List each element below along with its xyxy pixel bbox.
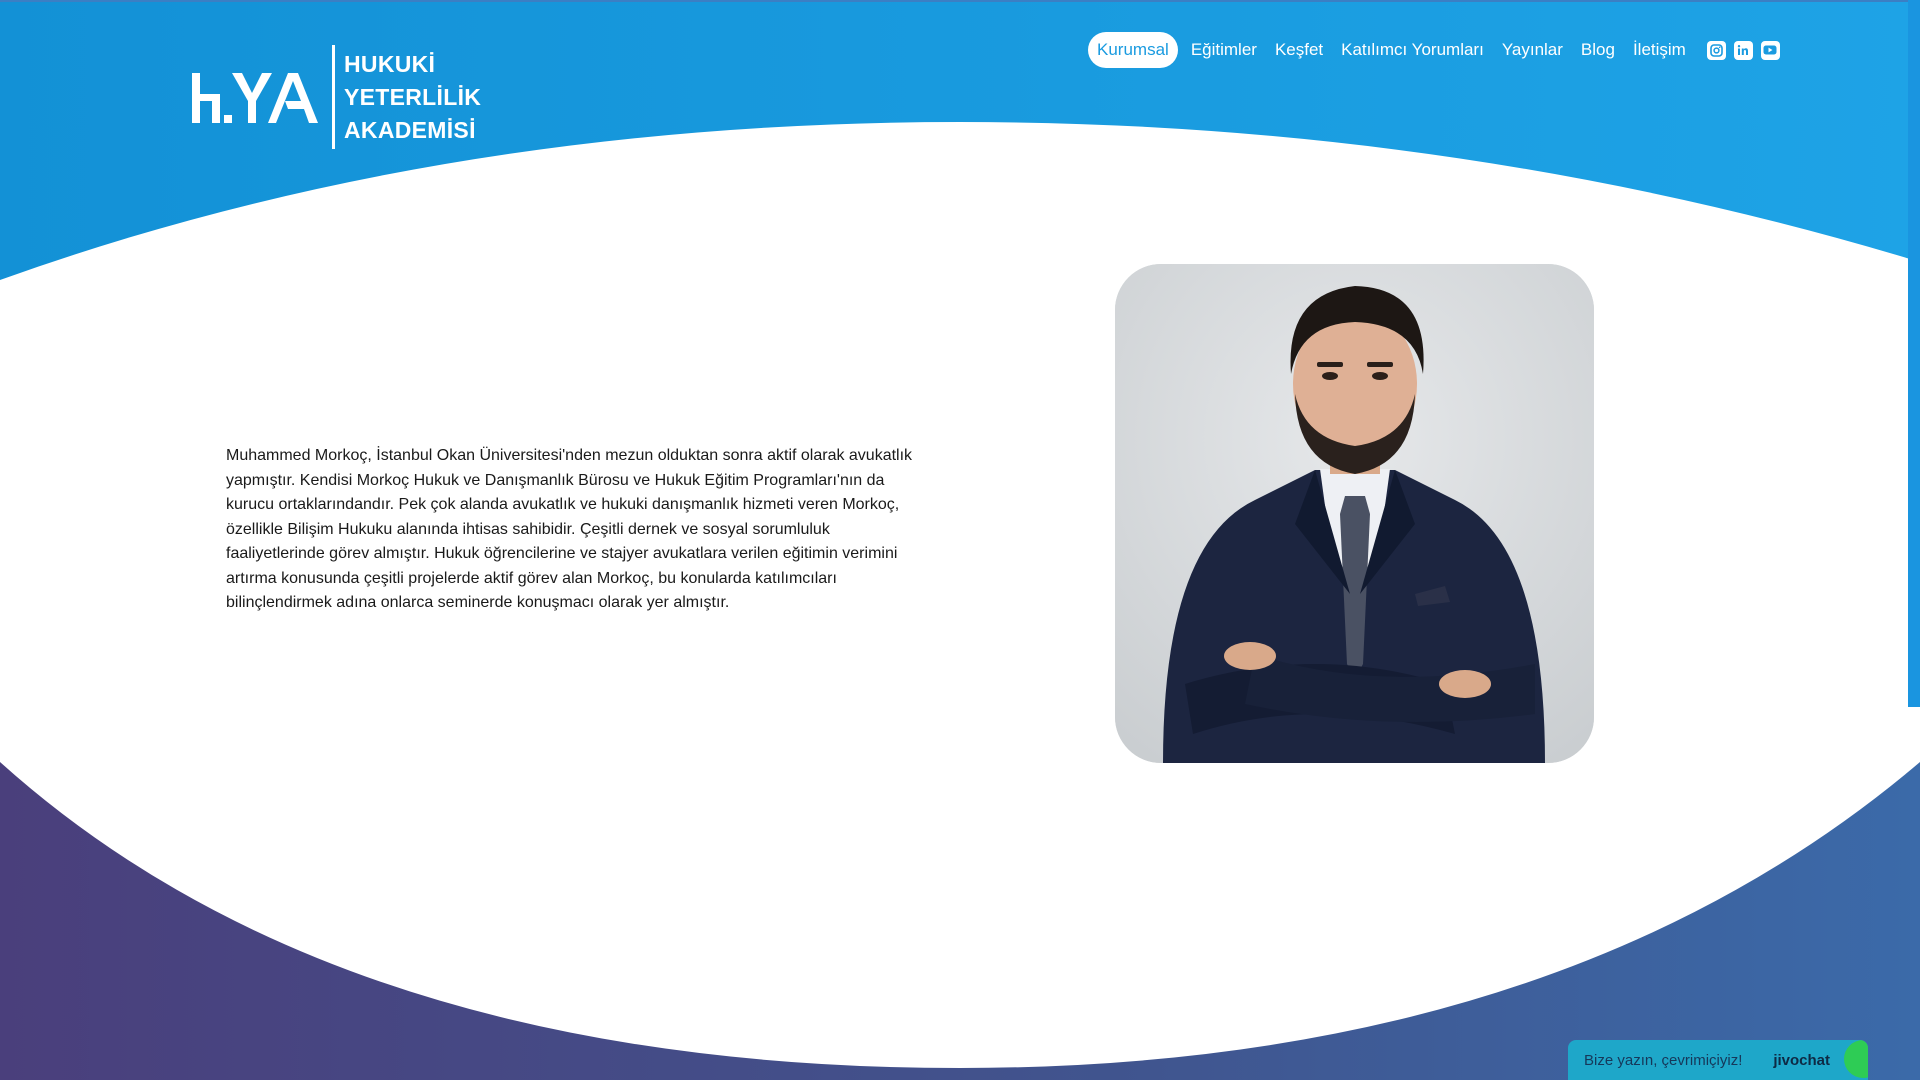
logo-wordmark: HUKUKİ YETERLİLİK AKADEMİSİ [344,48,481,147]
nav-iletisim[interactable]: İletişim [1624,32,1695,68]
linkedin-icon[interactable] [1733,40,1753,60]
scrollbar[interactable] [1908,0,1920,707]
nav-katilimci-yorumlari[interactable]: Katılımcı Yorumları [1332,32,1493,68]
nav-kesfet[interactable]: Keşfet [1266,32,1332,68]
live-chat-widget[interactable]: Bize yazın, çevrimiçiyiz! jivochat [1568,1040,1868,1080]
social-links [1699,40,1780,60]
top-edge-line [0,0,1920,2]
youtube-icon[interactable] [1760,40,1780,60]
chat-prompt: Bize yazın, çevrimiçiyiz! [1584,1051,1743,1069]
site-logo[interactable]: HUKUKİ YETERLİLİK AKADEMİSİ [190,44,481,150]
bio-paragraph: Muhammed Morkoç, İstanbul Okan Üniversit… [226,447,913,611]
logo-line-3: AKADEMİSİ [344,116,476,143]
profile-photo [1115,264,1594,763]
nav-blog[interactable]: Blog [1572,32,1624,68]
chat-brand-logo: jivochat [1773,1051,1830,1069]
logo-line-1: HUKUKİ [344,50,436,77]
logo-line-2: YETERLİLİK [344,83,482,110]
logo-mark-icon [192,73,318,123]
logo-divider [332,45,335,149]
instagram-icon[interactable] [1706,40,1726,60]
chat-status-icon [1844,1040,1868,1078]
nav-egitimler[interactable]: Eğitimler [1182,32,1266,68]
nav-kurumsal[interactable]: Kurumsal [1088,32,1178,68]
main-nav: Kurumsal Eğitimler Keşfet Katılımcı Yoru… [1088,32,1780,68]
nav-yayinlar[interactable]: Yayınlar [1493,32,1572,68]
